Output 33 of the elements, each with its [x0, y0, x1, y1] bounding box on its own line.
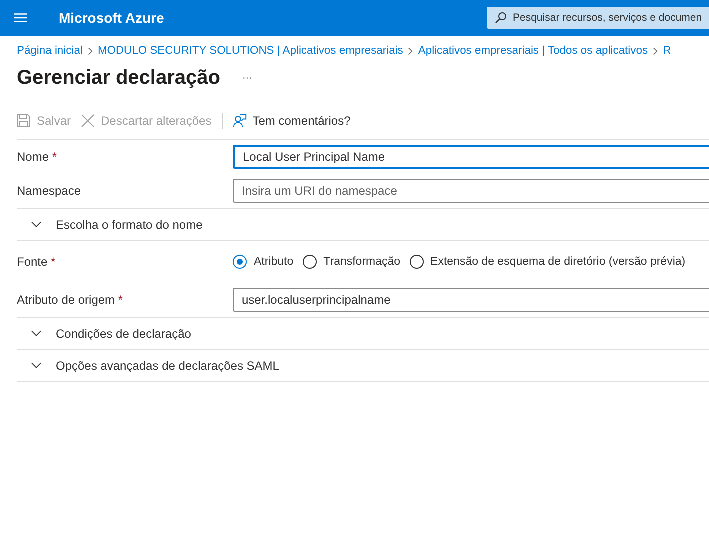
field-label: Namespace: [17, 184, 82, 198]
chevron-icon: [408, 46, 414, 56]
menu-icon[interactable]: [14, 13, 27, 23]
radio-option[interactable]: Transformação: [302, 255, 401, 269]
more-options-button[interactable]: ···: [242, 73, 252, 84]
page-title: Gerenciar declaração: [17, 67, 220, 90]
chevron-icon: [31, 221, 42, 228]
collapsible-section[interactable]: Condições de declaração: [17, 317, 709, 350]
close-icon: [81, 114, 96, 128]
breadcrumb-link[interactable]: Aplicativos empresariais | Todos os aplicativos: [418, 45, 648, 57]
app-title[interactable]: Microsoft Azure: [59, 10, 164, 26]
person-feedback-icon: [232, 114, 247, 128]
search-field[interactable]: Pesquisar recursos, serviços e documen: [487, 7, 709, 29]
chevron-icon: [31, 362, 42, 369]
name-input[interactable]: Local User Principal Name: [233, 145, 709, 169]
chevron-icon: [653, 46, 658, 56]
save-icon: [17, 114, 31, 128]
search-icon: [495, 12, 507, 24]
field-label: Fonte *: [17, 255, 57, 269]
collapsible-section[interactable]: Escolha o formato do nome: [17, 208, 709, 241]
source-attribute-input[interactable]: user.localuserprincipalname: [233, 288, 709, 312]
collapsible-section[interactable]: Opções avançadas de declarações SAML: [17, 350, 709, 382]
radio-option[interactable]: Atributo: [233, 255, 294, 269]
feedback-button[interactable]: Tem comentários?: [232, 114, 351, 128]
breadcrumb-link[interactable]: MODULO SECURITY SOLUTIONS | Aplicativos empresariais: [98, 45, 404, 57]
namespace-input[interactable]: Insira um URI do namespace: [233, 179, 709, 203]
breadcrumb-link[interactable]: Página inicial: [17, 45, 83, 57]
chevron-icon: [88, 46, 93, 56]
field-label: Atributo de origem *: [17, 293, 124, 307]
radio-option[interactable]: Extensão de esquema de diretório (versão prévia): [410, 255, 686, 269]
field-label: Nome *: [17, 150, 58, 164]
chevron-icon: [31, 330, 42, 337]
breadcrumb-link[interactable]: R: [663, 45, 672, 57]
